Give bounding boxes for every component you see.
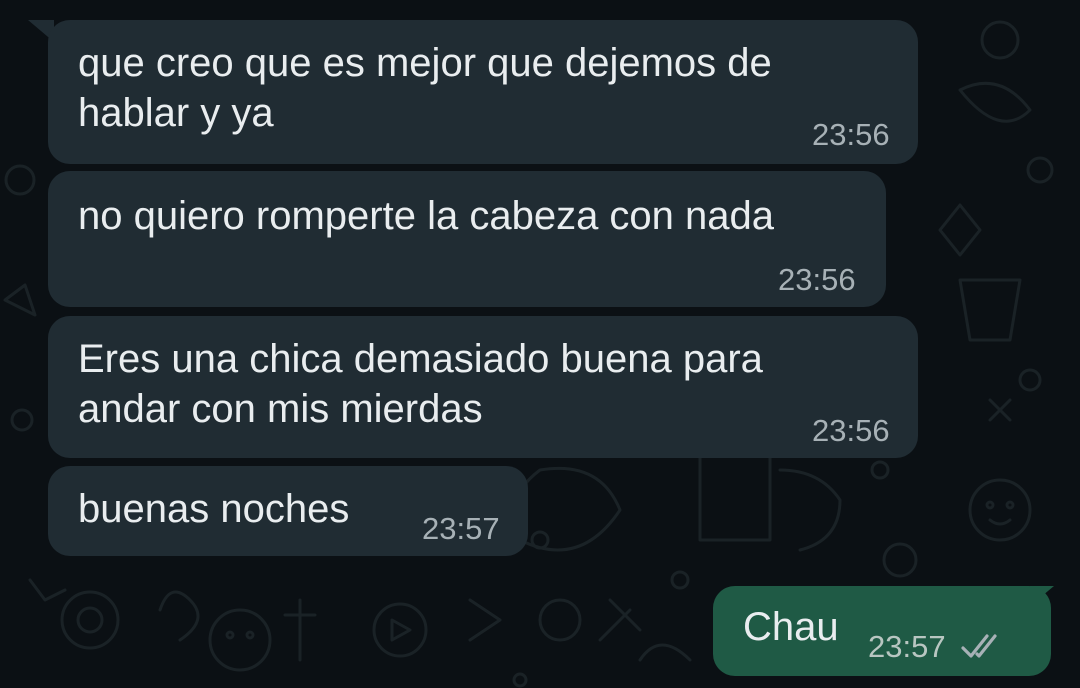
incoming-message[interactable]: no quiero romperte la cabeza con nada 23…: [48, 171, 886, 307]
message-text-line: andar con mis mierdas: [78, 387, 483, 431]
outgoing-message[interactable]: Chau 23:57: [713, 586, 1051, 676]
message-timestamp: 23:57: [868, 629, 946, 664]
message-text-line: hablar y ya: [78, 91, 274, 135]
message-timestamp: 23:56: [812, 413, 890, 448]
incoming-message[interactable]: Eres una chica demasiado buena para anda…: [48, 316, 918, 458]
message-timestamp: 23:56: [778, 262, 856, 297]
message-text-line: buenas noches: [78, 487, 350, 531]
message-timestamp: 23:56: [812, 117, 890, 152]
message-text-line: Eres una chica demasiado buena para: [78, 337, 763, 381]
incoming-message[interactable]: buenas noches 23:57: [48, 466, 528, 556]
message-text-line: Chau: [743, 605, 839, 649]
double-check-icon: [961, 634, 997, 658]
message-text-line: que creo que es mejor que dejemos de: [78, 41, 772, 85]
message-list: que creo que es mejor que dejemos de hab…: [0, 0, 1080, 688]
incoming-message[interactable]: que creo que es mejor que dejemos de hab…: [48, 20, 918, 164]
message-timestamp: 23:57: [422, 511, 500, 546]
message-text-line: no quiero romperte la cabeza con nada: [78, 194, 775, 238]
